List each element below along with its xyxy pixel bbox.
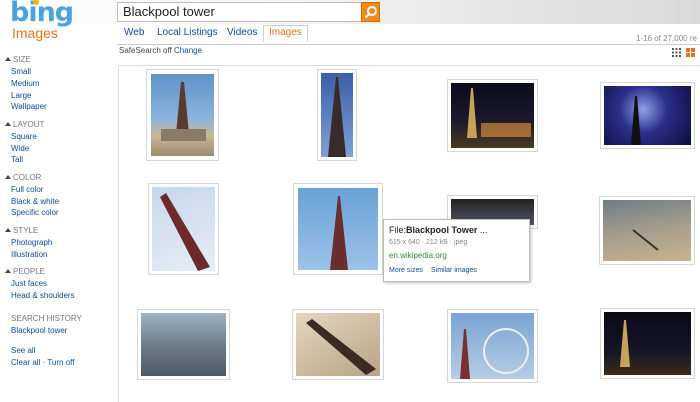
filter-head-shoulders[interactable]: Head & shoulders [11, 291, 75, 300]
filter-layout-heading: LAYOUT [5, 120, 44, 129]
result-count: 1-16 of 27,000 re [636, 34, 697, 43]
collapse-icon[interactable] [5, 269, 11, 273]
sidebar-divider [118, 65, 119, 402]
filter-wallpaper[interactable]: Wallpaper [11, 102, 47, 111]
filter-wide[interactable]: Wide [11, 144, 29, 153]
tab-videos[interactable]: Videos [227, 27, 257, 38]
filter-square[interactable]: Square [11, 132, 37, 141]
image-result[interactable] [447, 309, 538, 383]
image-result[interactable] [600, 308, 695, 379]
thumbnail-image [604, 312, 691, 375]
bing-logo[interactable]: bing [10, 0, 74, 28]
image-result[interactable] [137, 309, 230, 380]
image-result[interactable] [317, 69, 357, 161]
tab-images[interactable]: Images [263, 25, 308, 42]
thumbnail-image [451, 313, 534, 379]
see-all-link[interactable]: See all [11, 346, 35, 355]
tab-divider [117, 44, 700, 45]
collapse-icon[interactable] [5, 175, 11, 179]
tab-web[interactable]: Web [124, 27, 144, 38]
image-result[interactable] [447, 79, 538, 152]
image-result[interactable] [293, 183, 383, 275]
history-actions: Clear all · Turn off [11, 358, 75, 367]
filter-large[interactable]: Large [11, 91, 31, 100]
filter-small[interactable]: Small [11, 67, 31, 76]
thumbnail-image [296, 313, 380, 376]
tile-layout-icon[interactable] [686, 48, 695, 57]
thumbnail-image [321, 73, 353, 157]
turn-off-link[interactable]: Turn off [47, 358, 74, 367]
filter-medium[interactable]: Medium [11, 79, 39, 88]
hover-card-url[interactable]: en.wikipedia.org [389, 251, 447, 260]
image-result[interactable] [292, 309, 384, 380]
search-history-heading: SEARCH HISTORY [11, 314, 82, 323]
thumbnail-image [604, 86, 691, 145]
filter-black-white[interactable]: Black & white [11, 197, 59, 206]
more-sizes-link[interactable]: More sizes [389, 267, 423, 274]
collapse-icon[interactable] [5, 228, 11, 232]
tab-local-listings[interactable]: Local Listings [157, 27, 218, 38]
grid-layout-icon[interactable] [672, 48, 681, 57]
results-divider [118, 65, 700, 66]
thumbnail-image [298, 188, 378, 270]
image-result[interactable] [146, 69, 219, 161]
hover-card-meta: 615 x 640 · 212 kB · jpeg [389, 239, 468, 246]
filter-color-heading: COLOR [5, 173, 41, 182]
thumbnail-image [152, 187, 215, 271]
history-item[interactable]: Blackpool tower [11, 326, 67, 335]
filter-tall[interactable]: Tall [11, 155, 23, 164]
filter-size-heading: SIZE [5, 55, 31, 64]
collapse-icon[interactable] [5, 122, 11, 126]
safesearch-status: SafeSearch off Change [119, 46, 202, 55]
search-button[interactable] [361, 2, 380, 22]
safesearch-label: SafeSearch off [119, 46, 172, 55]
clear-all-link[interactable]: Clear all [11, 358, 40, 367]
collapse-icon[interactable] [5, 57, 11, 61]
filter-full-color[interactable]: Full color [11, 185, 43, 194]
thumbnail-image [151, 74, 214, 156]
thumbnail-image [603, 200, 691, 261]
filter-just-faces[interactable]: Just faces [11, 279, 47, 288]
section-title[interactable]: Images [12, 25, 58, 41]
search-input[interactable]: Blackpool tower [117, 2, 379, 22]
image-hover-card: File:Blackpool Tower ... 615 x 640 · 212… [383, 219, 530, 282]
safesearch-change-link[interactable]: Change [174, 46, 202, 55]
filter-photograph[interactable]: Photograph [11, 238, 52, 247]
filter-specific-color[interactable]: Specific color [11, 208, 59, 217]
search-query: Blackpool tower [123, 4, 215, 19]
thumbnail-image [451, 83, 534, 148]
similar-images-link[interactable]: Similar images [431, 267, 477, 274]
image-result[interactable] [600, 82, 695, 149]
image-result[interactable] [148, 183, 219, 275]
hover-card-title[interactable]: File:Blackpool Tower ... [389, 225, 487, 235]
filter-illustration[interactable]: Illustration [11, 250, 47, 259]
thumbnail-image [141, 313, 226, 376]
image-result[interactable] [599, 196, 695, 265]
search-icon [364, 6, 377, 19]
filter-style-heading: STYLE [5, 226, 38, 235]
filter-people-heading: PEOPLE [5, 267, 45, 276]
